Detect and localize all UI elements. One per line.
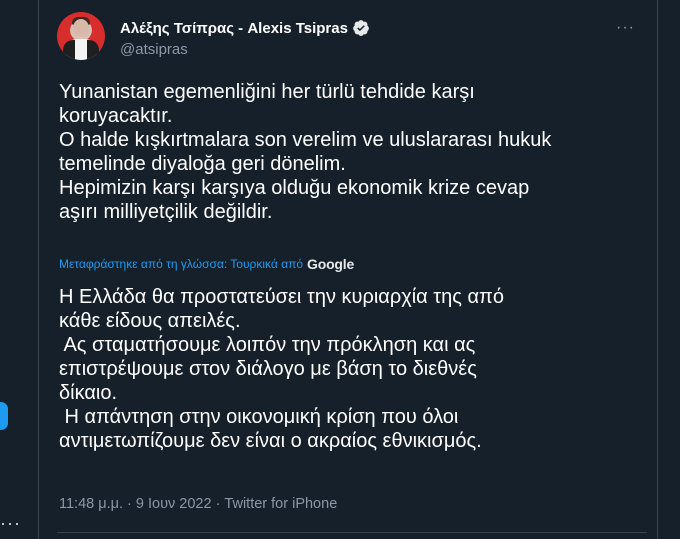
translated-text-line: επιστρέψουμε στον διάλογο με βάση το διε… bbox=[59, 358, 477, 380]
translation-attribution[interactable]: Μεταφράστηκε από τη γλώσσα: Τουρκικά από… bbox=[59, 256, 354, 272]
tweet-text-line: Hepimizin karşı karşıya olduğu ekonomik … bbox=[59, 177, 530, 199]
tweet-text-line: O halde kışkırtmalara son verelim ve ulu… bbox=[59, 129, 552, 151]
avatar[interactable] bbox=[57, 12, 105, 60]
translated-text-line: κάθε είδους απειλές. bbox=[59, 310, 241, 332]
tweet-translated-text: Η Ελλάδα θα προστατεύσει την κυριαρχία τ… bbox=[59, 285, 639, 453]
tweet-timestamp-source[interactable]: 11:48 μ.μ. · 9 Ιουν 2022 · Twitter for i… bbox=[59, 496, 337, 512]
tweet-text-line: koruyacaktır. bbox=[59, 105, 173, 127]
tweet-text-line: aşırı milliyetçilik değildir. bbox=[59, 201, 273, 223]
author-name-line[interactable]: Αλέξης Τσίπρας - Alexis Tsipras bbox=[120, 19, 370, 37]
translated-text-line: Η Ελλάδα θα προστατεύσει την κυριαρχία τ… bbox=[59, 286, 504, 308]
tweet-text-line: temelinde diyaloğa geri dönelim. bbox=[59, 153, 346, 175]
author-handle[interactable]: @atsipras bbox=[120, 41, 188, 58]
author-display-name[interactable]: Αλέξης Τσίπρας - Alexis Tsipras bbox=[120, 20, 348, 37]
translated-text-line: Ας σταματήσουμε λοιπόν την πρόκληση και … bbox=[59, 334, 476, 356]
verified-badge-icon bbox=[352, 19, 370, 37]
translated-text-line: αντιμετωπίζουμε δεν είναι ο ακραίος εθνι… bbox=[59, 430, 482, 452]
translated-text-line: Η απάντηση στην οικονομική κρίση που όλο… bbox=[59, 406, 459, 428]
tweet-header: Αλέξης Τσίπρας - Alexis Tsipras @atsipra… bbox=[57, 12, 647, 62]
sidebar-more-icon[interactable]: ··· bbox=[0, 514, 21, 532]
google-logo: Google bbox=[307, 256, 355, 272]
translated-text-line: δίκαιο. bbox=[59, 382, 118, 404]
sidebar-tweet-button-edge[interactable] bbox=[0, 402, 8, 430]
tweet-text-line: Yunanistan egemenliğini her türlü tehdid… bbox=[59, 81, 475, 103]
divider bbox=[57, 532, 647, 533]
tweet-original-text: Yunanistan egemenliğini her türlü tehdid… bbox=[59, 80, 639, 224]
translation-note[interactable]: Μεταφράστηκε από τη γλώσσα: Τουρκικά από bbox=[59, 257, 303, 271]
more-options-icon[interactable]: ··· bbox=[616, 20, 635, 36]
